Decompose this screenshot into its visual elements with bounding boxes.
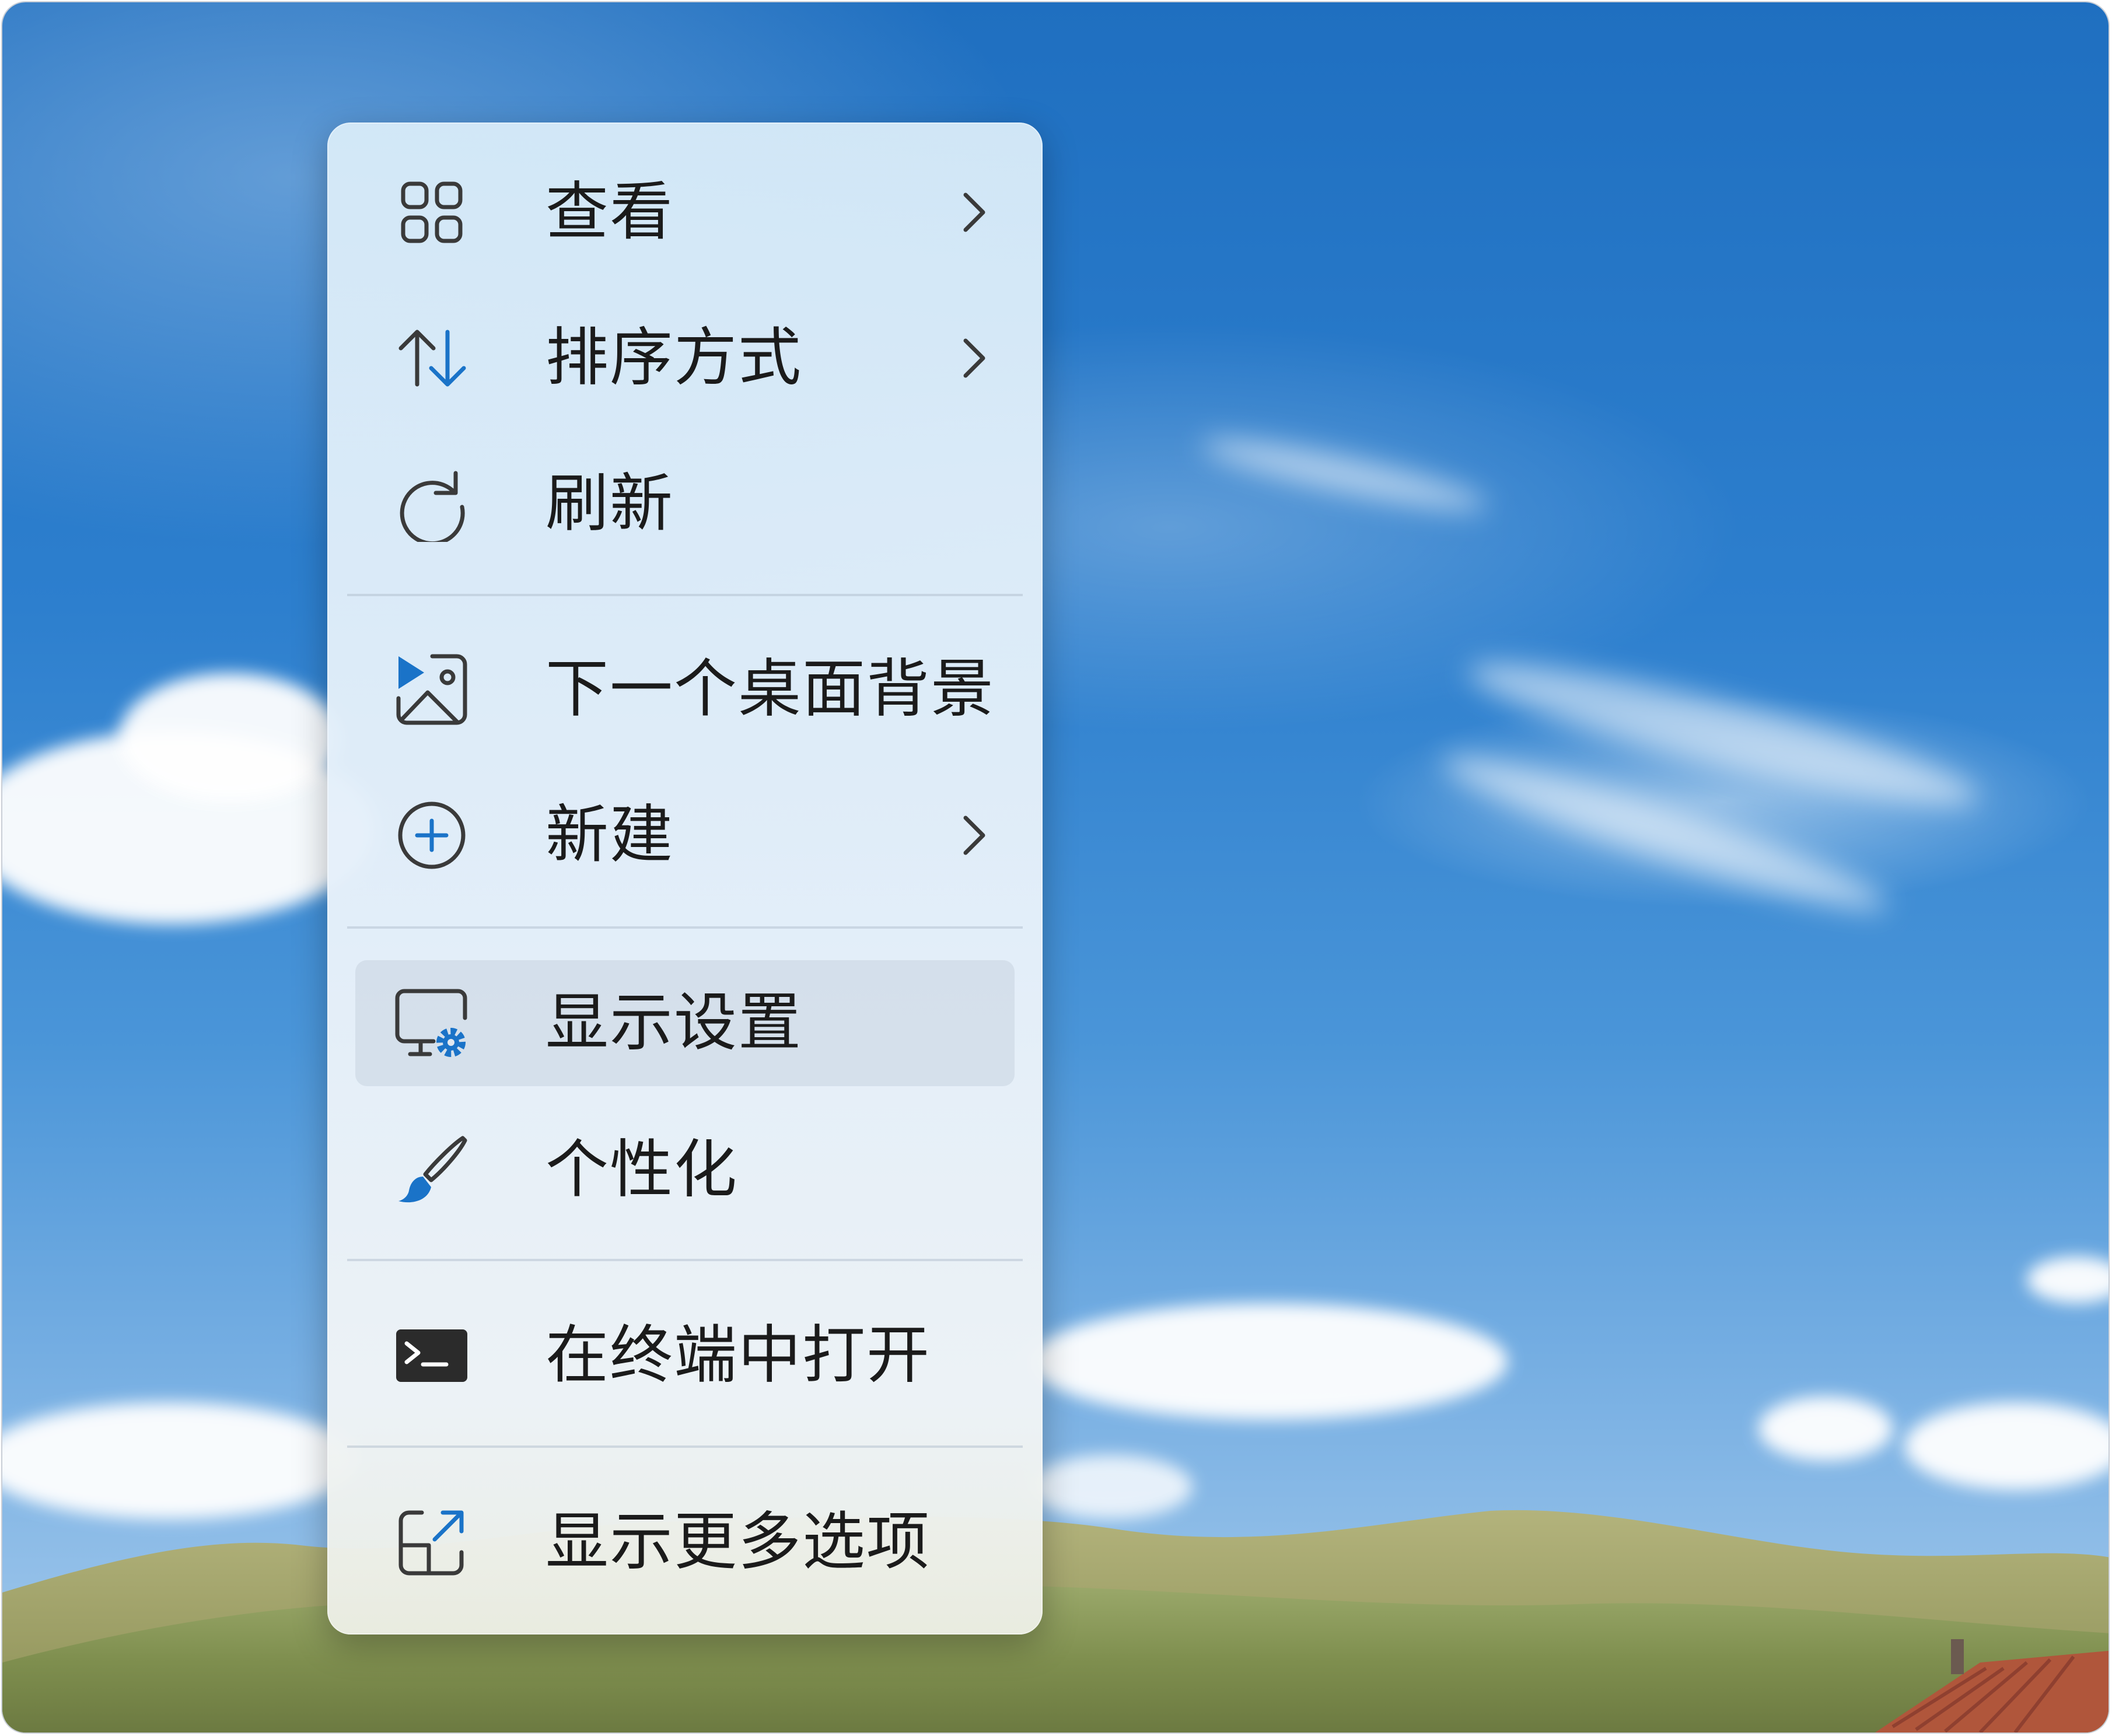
- menu-item-view[interactable]: 查看: [355, 149, 1015, 275]
- house-roof: [1875, 1639, 2108, 1732]
- more-options-icon: [394, 1504, 470, 1580]
- menu-item-label: 刷新: [546, 467, 674, 540]
- menu-separator: [347, 1259, 1023, 1261]
- menu-separator: [347, 594, 1023, 596]
- desktop-wallpaper[interactable]: [2, 2, 2108, 1732]
- hills-landscape: [2, 1510, 2108, 1732]
- cloud: [2027, 1256, 2108, 1303]
- next-background-icon: [394, 652, 470, 727]
- refresh-icon: [394, 466, 470, 542]
- display-settings-icon: [394, 985, 470, 1061]
- plus-circle-icon: [394, 797, 470, 873]
- menu-item-label: 下一个桌面背景: [546, 653, 995, 726]
- menu-item-label: 在终端中打开: [546, 1319, 931, 1392]
- desktop-context-menu: 查看 排序方式 刷新 下一个桌面背景 新建 显示设置 个性化 在终端中打开 显示…: [327, 123, 1043, 1634]
- cloud: [1904, 1402, 2108, 1490]
- menu-item-label: 显示更多选项: [546, 1506, 931, 1578]
- grid-view-icon: [394, 174, 470, 250]
- chevron-right-icon: [954, 335, 995, 382]
- menu-item-label: 查看: [546, 176, 674, 249]
- cloud: [1029, 1303, 1508, 1420]
- chevron-right-icon: [954, 189, 995, 236]
- menu-separator: [347, 1446, 1023, 1448]
- menu-item-label: 排序方式: [546, 321, 803, 394]
- menu-item-sort-by[interactable]: 排序方式: [355, 295, 1015, 421]
- chevron-right-icon: [954, 812, 995, 859]
- menu-item-label: 新建: [546, 799, 674, 872]
- menu-item-next-desktop-background[interactable]: 下一个桌面背景: [355, 626, 1015, 752]
- cloud: [119, 673, 341, 802]
- terminal-icon: [394, 1318, 470, 1394]
- menu-item-display-settings[interactable]: 显示设置: [355, 960, 1015, 1086]
- cloud-wisp: [1198, 427, 1491, 523]
- screenshot-frame: 查看 排序方式 刷新 下一个桌面背景 新建 显示设置 个性化 在终端中打开 显示…: [1, 1, 2110, 1734]
- menu-item-refresh[interactable]: 刷新: [355, 441, 1015, 567]
- menu-item-show-more-options[interactable]: 显示更多选项: [355, 1479, 1015, 1605]
- menu-separator: [347, 926, 1023, 929]
- menu-item-label: 显示设置: [546, 986, 803, 1059]
- sort-arrows-icon: [394, 320, 470, 396]
- menu-item-new[interactable]: 新建: [355, 772, 1015, 898]
- menu-item-label: 个性化: [546, 1133, 739, 1206]
- cloud: [1758, 1396, 1893, 1461]
- menu-item-open-in-terminal[interactable]: 在终端中打开: [355, 1293, 1015, 1419]
- menu-item-personalize[interactable]: 个性化: [355, 1107, 1015, 1233]
- brush-icon: [394, 1132, 470, 1208]
